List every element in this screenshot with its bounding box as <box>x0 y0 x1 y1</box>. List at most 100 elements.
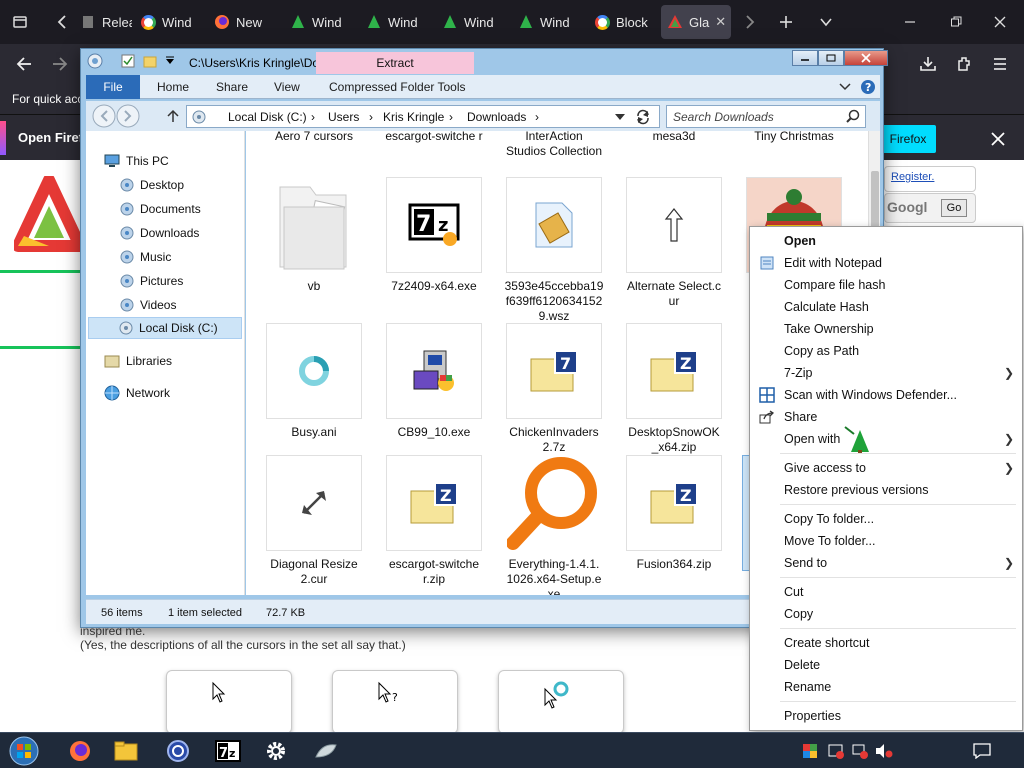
menu-give-access-to[interactable]: Give access to ❯ <box>750 457 1022 479</box>
extensions-icon[interactable] <box>950 50 978 78</box>
menu-send-to[interactable]: Send to ❯ <box>750 552 1022 574</box>
breadcrumb-users[interactable]: Users <box>328 110 359 124</box>
nav-documents[interactable]: Documents <box>120 199 201 219</box>
tab-home[interactable]: Home <box>157 75 189 99</box>
menu-open-with[interactable]: Open with ❯ <box>750 426 1022 453</box>
window-minimize-icon[interactable] <box>896 8 924 36</box>
file-tile-cb99[interactable]: CB99_10.exe <box>384 323 484 440</box>
downloads-icon[interactable] <box>914 50 942 78</box>
file-label[interactable]: Tiny Christmas <box>744 131 844 144</box>
menu-rename[interactable]: Rename <box>750 676 1022 698</box>
properties-icon[interactable] <box>121 54 135 68</box>
browser-tab-5[interactable]: Wind <box>360 5 432 39</box>
open-firefox-button[interactable]: Firefox <box>880 125 936 153</box>
explorer-app-icon[interactable] <box>87 53 103 69</box>
search-icon[interactable] <box>846 109 860 123</box>
menu-compare-file-hash[interactable]: Compare file hash <box>750 274 1022 296</box>
quick-access-dropdown-icon[interactable] <box>165 55 175 65</box>
file-label[interactable]: InterAction Studios Collection <box>504 131 604 159</box>
tray-network-icon[interactable] <box>850 735 870 767</box>
file-explorer-taskbar-icon[interactable] <box>106 735 146 767</box>
breadcrumb-chevron-icon[interactable]: › <box>535 110 539 124</box>
help-icon[interactable]: ? <box>860 79 876 95</box>
window-close-icon[interactable] <box>986 8 1014 36</box>
ribbon-expand-icon[interactable] <box>839 82 851 92</box>
breadcrumb-kris-kringle[interactable]: Kris Kringle <box>383 110 444 124</box>
file-label[interactable]: Aero 7 cursors <box>264 131 364 144</box>
breadcrumb-chevron-icon[interactable]: › <box>311 110 315 124</box>
tab-list-dropdown-icon[interactable] <box>812 8 840 36</box>
nav-network[interactable]: Network <box>104 383 170 403</box>
file-tile-everything[interactable]: Everything-1.4.1. 1026.x64-Setup.e xe <box>504 455 604 595</box>
explorer-titlebar[interactable]: C:\Users\Kris Kringle\Dov Extract <box>81 49 888 75</box>
file-tile-chickeninvaders[interactable]: 7 ChickenInvaders 2.7z <box>504 323 604 455</box>
menu-edit-with-notepad[interactable]: Edit with Notepad <box>750 252 1022 274</box>
menu-copy[interactable]: Copy <box>750 603 1022 625</box>
nav-this-pc[interactable]: This PC <box>104 151 169 171</box>
file-tile-alternate-select[interactable]: Alternate Select.cur <box>624 177 724 309</box>
file-tile-vb[interactable]: vb <box>264 177 364 294</box>
menu-take-ownership[interactable]: Take Ownership <box>750 318 1022 340</box>
file-tile-7z2409[interactable]: 7z 7z2409-x64.exe <box>384 177 484 294</box>
nav-local-disk[interactable]: Local Disk (C:) <box>88 317 242 339</box>
menu-create-shortcut[interactable]: Create shortcut <box>750 632 1022 654</box>
browser-tab-6[interactable]: Wind <box>436 5 508 39</box>
tray-security-icon[interactable] <box>826 735 846 767</box>
window-restore-icon[interactable] <box>942 8 970 36</box>
menu-7zip[interactable]: 7-Zip ❯ <box>750 362 1022 384</box>
new-tab-icon[interactable] <box>772 8 800 36</box>
explorer-minimize-button[interactable] <box>792 50 818 66</box>
cursor-preview-card[interactable]: ? <box>332 670 458 734</box>
menu-properties[interactable]: Properties <box>750 705 1022 727</box>
menu-restore-previous-versions[interactable]: Restore previous versions <box>750 479 1022 501</box>
settings-gear-icon[interactable] <box>256 735 296 767</box>
7zip-taskbar-icon[interactable]: 7z <box>208 735 248 767</box>
browser-tab-active[interactable]: Gla ✕ <box>661 5 731 39</box>
back-button[interactable] <box>92 104 142 128</box>
file-tile-wsz[interactable]: 3593e45ccebba19 f639ff61206341529.wsz <box>504 177 604 324</box>
file-tile-escargot-zip[interactable]: Z escargot-switche r.zip <box>384 455 484 587</box>
file-label[interactable]: mesa3d <box>624 131 724 144</box>
nav-pictures[interactable]: Pictures <box>120 271 183 291</box>
notification-close-icon[interactable] <box>986 127 1010 151</box>
tray-app-icon[interactable] <box>800 735 820 767</box>
breadcrumb-local-disk[interactable]: Local Disk (C:) <box>228 110 307 124</box>
menu-copy-to-folder[interactable]: Copy To folder... <box>750 508 1022 530</box>
nav-libraries[interactable]: Libraries <box>104 351 172 371</box>
tab-list-icon[interactable] <box>6 8 34 36</box>
search-input[interactable]: Search Downloads <box>666 105 866 128</box>
explorer-maximize-button[interactable] <box>818 50 844 66</box>
menu-move-to-folder[interactable]: Move To folder... <box>750 530 1022 552</box>
tabs-scroll-left-icon[interactable] <box>48 8 76 36</box>
menu-icon[interactable] <box>986 50 1014 78</box>
action-center-icon[interactable] <box>962 735 1002 767</box>
file-tile-desktopsnow[interactable]: Z DesktopSnowOK _x64.zip <box>624 323 724 455</box>
new-folder-icon[interactable] <box>143 54 157 68</box>
tab-share[interactable]: Share <box>216 75 248 99</box>
menu-calculate-hash[interactable]: Calculate Hash <box>750 296 1022 318</box>
breadcrumb-chevron-icon[interactable]: › <box>369 110 373 124</box>
browser-tab-2[interactable]: Wind <box>134 5 206 39</box>
browser-tab-8[interactable]: Block <box>588 5 658 39</box>
register-link[interactable]: Register. <box>884 166 976 192</box>
tab-compressed-folder-tools[interactable]: Compressed Folder Tools <box>329 75 466 99</box>
forward-icon[interactable] <box>46 50 74 78</box>
menu-open[interactable]: Open <box>750 230 1022 252</box>
cursor-preview-card[interactable] <box>498 670 624 734</box>
menu-cut[interactable]: Cut <box>750 581 1022 603</box>
file-tile-diagonal-resize[interactable]: Diagonal Resize 2.cur <box>264 455 364 587</box>
start-button-icon[interactable] <box>4 735 44 767</box>
refresh-icon[interactable] <box>635 109 651 125</box>
tab-file[interactable]: File <box>86 75 140 99</box>
cursor-preview-card[interactable] <box>166 670 292 734</box>
file-tile-fusion364[interactable]: Z Fusion364.zip <box>624 455 724 572</box>
breadcrumb-downloads[interactable]: Downloads <box>467 110 526 124</box>
menu-scan-defender[interactable]: Scan with Windows Defender... <box>750 384 1022 406</box>
menu-share[interactable]: Share <box>750 406 1022 428</box>
go-button[interactable]: Go <box>941 199 967 217</box>
nav-downloads[interactable]: Downloads <box>120 223 199 243</box>
browser-tab-4[interactable]: Wind <box>284 5 356 39</box>
app-taskbar-icon[interactable] <box>158 735 198 767</box>
browser-tab-7[interactable]: Wind <box>512 5 584 39</box>
tray-volume-icon[interactable] <box>874 735 894 767</box>
